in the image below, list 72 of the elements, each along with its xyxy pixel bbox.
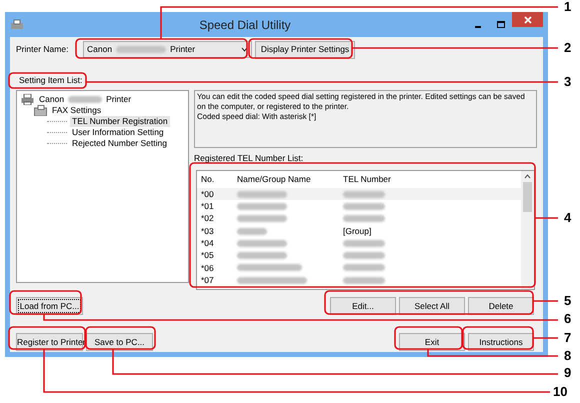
scroll-up-icon[interactable]: [524, 174, 531, 179]
column-header[interactable]: No.: [197, 173, 233, 186]
close-icon: [524, 16, 532, 24]
scroll-thumb[interactable]: [523, 182, 532, 212]
window-title: Speed Dial Utility: [198, 16, 292, 34]
blurred-text: [237, 276, 307, 284]
blurred-text: [237, 228, 267, 235]
section-label: Registered TEL Number List:: [194, 152, 304, 164]
printer-icon: [21, 94, 34, 105]
table-row[interactable]: *03 [Group]: [197, 224, 521, 238]
table-cell-text: *01: [200, 200, 215, 213]
tree-connector-line: [47, 143, 67, 144]
blurred-text: [237, 252, 287, 260]
blurred-text: [68, 96, 102, 103]
push-button[interactable]: Display Printer Settings: [255, 40, 355, 58]
tree-item[interactable]: Printer: [106, 94, 132, 105]
table-row[interactable]: *06: [197, 262, 521, 274]
callout-number: 8: [564, 349, 572, 363]
table-row[interactable]: *02: [197, 212, 521, 225]
callout-number: 2: [564, 41, 572, 55]
field-label: Printer Name:: [16, 43, 70, 56]
tree-item[interactable]: TEL Number Registration: [70, 116, 170, 127]
callout-number: 10: [553, 385, 568, 399]
table-row[interactable]: *05: [197, 249, 521, 262]
blurred-text: [343, 190, 385, 198]
table-row[interactable]: *04: [197, 237, 521, 250]
table-cell-text: *00: [200, 188, 215, 201]
table-cell-text: *06: [200, 262, 215, 274]
table-row[interactable]: *07: [197, 274, 521, 286]
scrollbar[interactable]: [521, 171, 534, 289]
chevron-down-icon: [241, 47, 248, 52]
callout-number: 1: [564, 0, 572, 14]
blurred-text: [237, 240, 287, 247]
callout-number: 7: [564, 331, 572, 345]
table-cell-text: *02: [200, 212, 215, 226]
tree-item[interactable]: User Information Setting: [70, 127, 166, 138]
blurred-text: [237, 215, 287, 222]
blurred-text: [343, 240, 385, 247]
callout-number: 9: [564, 366, 572, 380]
table-cell: [Group]: [343, 224, 372, 238]
callout-number: 5: [564, 294, 572, 308]
tree-connector-line: [47, 121, 67, 122]
blurred-text: [343, 276, 385, 284]
blurred-text: [237, 264, 302, 272]
tree-item[interactable]: Rejected Number Setting: [70, 138, 169, 149]
fax-machine-icon: [34, 105, 47, 116]
blurred-text: [343, 264, 385, 272]
callout-number: 6: [564, 312, 572, 326]
blurred-text: [343, 252, 385, 260]
close-button[interactable]: [512, 12, 543, 27]
table-row[interactable]: *01: [197, 200, 521, 213]
maximize-icon[interactable]: [497, 21, 505, 28]
table-cell-text: *03: [200, 224, 215, 238]
table-row[interactable]: *00: [197, 188, 521, 200]
printer-dropdown[interactable]: Canon Printer: [83, 41, 252, 58]
blurred-text: [343, 202, 385, 210]
table-cell-text: *05: [200, 249, 215, 262]
callout-number: 3: [564, 75, 572, 89]
column-header[interactable]: TEL Number: [339, 173, 459, 186]
table-cell-text: *04: [200, 236, 215, 250]
blurred-text: [116, 46, 166, 53]
blurred-text: [237, 202, 287, 210]
callout-number: 4: [564, 211, 572, 225]
table-cell-text: *07: [200, 274, 215, 287]
tree-item[interactable]: Canon: [39, 94, 64, 105]
column-header[interactable]: Name/Group Name: [233, 173, 339, 186]
section-label: Setting Item List:: [19, 74, 84, 86]
tree-connector-line: [47, 132, 67, 133]
tree-item[interactable]: FAX Settings: [50, 105, 104, 116]
blurred-text: [343, 215, 385, 222]
app-icon: [10, 18, 24, 30]
blurred-text: [237, 190, 287, 198]
